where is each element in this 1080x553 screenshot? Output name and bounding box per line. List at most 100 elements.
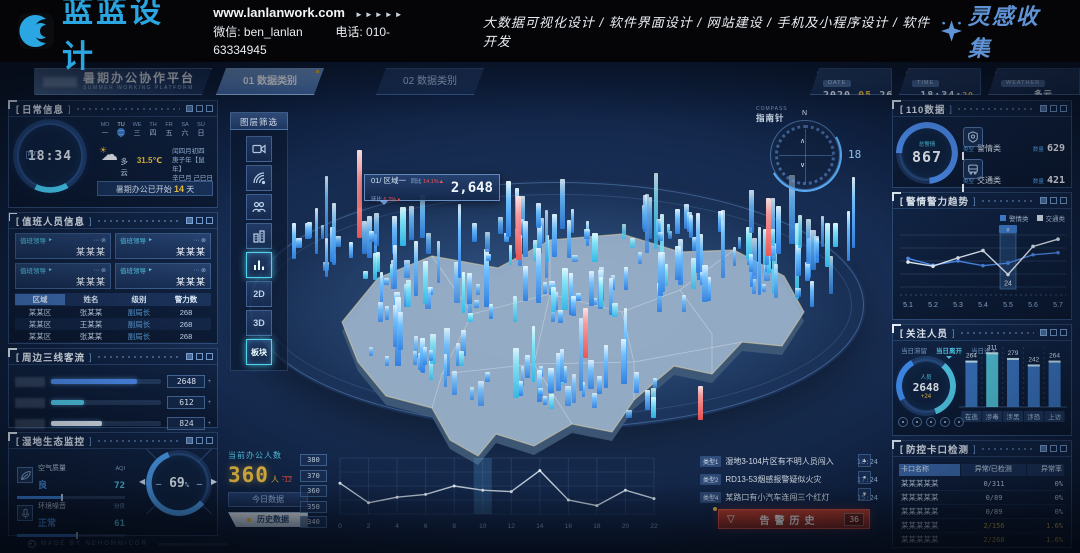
- date-label: DATE: [823, 80, 851, 87]
- window-controls[interactable]: [186, 353, 213, 360]
- alert-item[interactable]: 类型2RD13-53烟感报警疑似火灾17:24: [700, 472, 878, 487]
- svg-text:0: 0: [338, 523, 342, 530]
- scroll-up-button[interactable]: ▲: [858, 454, 871, 467]
- alerts-block: 类型1湿地3-104片区有不明人员闯入18:24 类型2RD13-53烟感报警疑似…: [700, 454, 878, 529]
- today-data-button[interactable]: 今日数据: [228, 492, 308, 507]
- gauge-prev-arrow[interactable]: ◀: [139, 477, 145, 486]
- weekday-en: SA: [177, 121, 193, 129]
- alert-history-banner[interactable]: ▽ 告警历史 36: [718, 509, 870, 529]
- svg-text:5.5: 5.5: [1003, 302, 1013, 309]
- time-block: TIME 18:34:29: [899, 68, 981, 95]
- legend-item[interactable]: 警情类: [1000, 213, 1029, 223]
- logo: 蓝蓝设计: [16, 0, 191, 76]
- focus-action-icon[interactable]: [898, 417, 908, 427]
- weekday-cn: 二: [113, 129, 129, 139]
- leaf-icon: [17, 467, 33, 483]
- layer-2d-button[interactable]: 2D: [246, 281, 272, 307]
- flow-track: [51, 421, 161, 426]
- alert-history-count: 36: [844, 513, 864, 526]
- scroll-down-button[interactable]: ▼: [858, 488, 871, 501]
- tooltip-value: 2,648: [451, 180, 493, 196]
- weather-label: WEATHER: [1001, 80, 1045, 87]
- window-controls[interactable]: [1040, 445, 1067, 452]
- alert-item[interactable]: 类型4某路口有小汽车连闯三个红灯15:24: [700, 490, 878, 505]
- app-root: 蓝蓝设计 www.lanlanwork.com►►►►► 微信: ben_lan…: [0, 0, 1080, 553]
- panel-title: 湿地生态监控: [22, 434, 85, 448]
- inspiration-collect[interactable]: 灵感收集: [941, 0, 1060, 63]
- chevron-right-icon: ►: [48, 237, 53, 243]
- window-controls[interactable]: [1040, 105, 1067, 112]
- y-axis-value: 360: [300, 485, 327, 497]
- card-actions[interactable]: ⋯ ⊗: [93, 237, 106, 244]
- alert-item[interactable]: 类型1湿地3-104片区有不明人员闯入18:24: [700, 454, 878, 469]
- sparkle-icon: [941, 20, 962, 42]
- focus-tab[interactable]: 当日滞留: [901, 345, 927, 355]
- layer-building-button[interactable]: [246, 223, 272, 249]
- card-actions[interactable]: ⋯ ⊗: [193, 267, 206, 274]
- layer-3d-button[interactable]: 3D: [246, 310, 272, 336]
- flow-value: 824: [167, 417, 205, 430]
- tab-data-category-2[interactable]: 02 数据类别: [376, 68, 484, 95]
- window-controls[interactable]: [186, 105, 213, 112]
- metric-unit: 分贝: [114, 504, 125, 510]
- svg-text:264: 264: [966, 353, 977, 360]
- tooltip-title: 01/ 区域一: [371, 176, 406, 185]
- column-header: 异常率: [1027, 464, 1064, 476]
- legend-item[interactable]: 交通类: [1037, 213, 1066, 223]
- logo-icon: [16, 11, 56, 51]
- layer-camera-button[interactable]: [246, 136, 272, 162]
- focus-action-icon[interactable]: [912, 417, 922, 427]
- layer-block-button[interactable]: 板块: [246, 339, 272, 365]
- checkpoint-detect: 0/89: [961, 494, 1027, 502]
- website-link[interactable]: www.lanlanwork.com: [213, 5, 345, 20]
- noise-metric: 环境噪音 正常 分贝 61: [17, 495, 125, 537]
- flow-fill: [51, 400, 84, 405]
- cell: 268: [161, 308, 211, 317]
- cell: 某某区: [15, 331, 65, 342]
- checkpoint-detect: 0/311: [961, 480, 1027, 488]
- history-data-button[interactable]: 历史数据: [228, 512, 308, 527]
- chevron-up-icon[interactable]: ∧: [800, 137, 805, 145]
- panel-title: 防控卡口检测: [906, 442, 969, 456]
- police-badge-icon: [963, 127, 983, 147]
- weather-icon: ☀☁: [97, 147, 120, 167]
- layer-signal-button[interactable]: [246, 165, 272, 191]
- layer-barchart-button[interactable]: [246, 252, 272, 278]
- weekday-en: WE: [129, 121, 145, 129]
- window-controls[interactable]: [186, 437, 213, 444]
- focus-personnel-panel: [关注人员] 当日滞留当日离开当日进入 人员 2648 +24 264在逃311…: [892, 324, 1072, 436]
- card-actions[interactable]: ⋯ ⊗: [93, 267, 106, 274]
- lunar-calendar: 闰四月初四 庚子年【鼠年】 辛巳月 己巳日: [172, 147, 213, 183]
- gauge-next-arrow[interactable]: ▶: [211, 477, 217, 486]
- office-delta: -12: [282, 476, 292, 484]
- svg-text:14: 14: [536, 523, 544, 530]
- tab-data-category-1[interactable]: 01 数据类别: [216, 68, 324, 95]
- chevron-right-icon: ►: [48, 267, 53, 273]
- svg-text:8: 8: [452, 523, 456, 530]
- svg-text:4: 4: [395, 523, 399, 530]
- layer-people-button[interactable]: [246, 194, 272, 220]
- focus-action-icon[interactable]: [940, 417, 950, 427]
- checkpoint-detect: 2/156: [961, 522, 1027, 530]
- metric-status: 正常: [38, 518, 56, 528]
- metric-value: 72: [114, 481, 125, 491]
- svg-text:2: 2: [367, 523, 371, 530]
- weekday-cn: 一: [97, 129, 113, 139]
- window-controls[interactable]: [1040, 197, 1067, 204]
- panel-title: 周边三线客流: [22, 350, 85, 364]
- traffic-type-row: 类型交通类数量421: [963, 157, 1065, 186]
- duty-table: 区域姓名级别警力数某某区张某某副局长268某某区王某某副局长268某某区张某某副…: [15, 293, 211, 344]
- focus-action-icon[interactable]: [926, 417, 936, 427]
- footer-text: MADE BY NEHOMMICOR: [41, 541, 148, 547]
- table-header-row: 区域姓名级别警力数: [15, 293, 211, 306]
- svg-text:5.3: 5.3: [953, 302, 963, 309]
- compass-dial[interactable]: ∧ ∨: [770, 120, 840, 190]
- window-controls[interactable]: [186, 217, 213, 224]
- card-actions[interactable]: ⋯ ⊗: [193, 237, 206, 244]
- scroll-dot[interactable]: ●: [858, 471, 871, 484]
- flow-row: 612+: [15, 394, 211, 411]
- checkpoint-detect: 0/89: [961, 508, 1027, 516]
- chevron-down-icon[interactable]: ∨: [800, 161, 805, 169]
- services-text: 大数据可视化设计 / 软件界面设计 / 网站建设 / 手机及小程序设计 / 软件…: [483, 12, 941, 50]
- layer-filter-panel: 图层筛选 2D 3D 板块: [230, 112, 288, 371]
